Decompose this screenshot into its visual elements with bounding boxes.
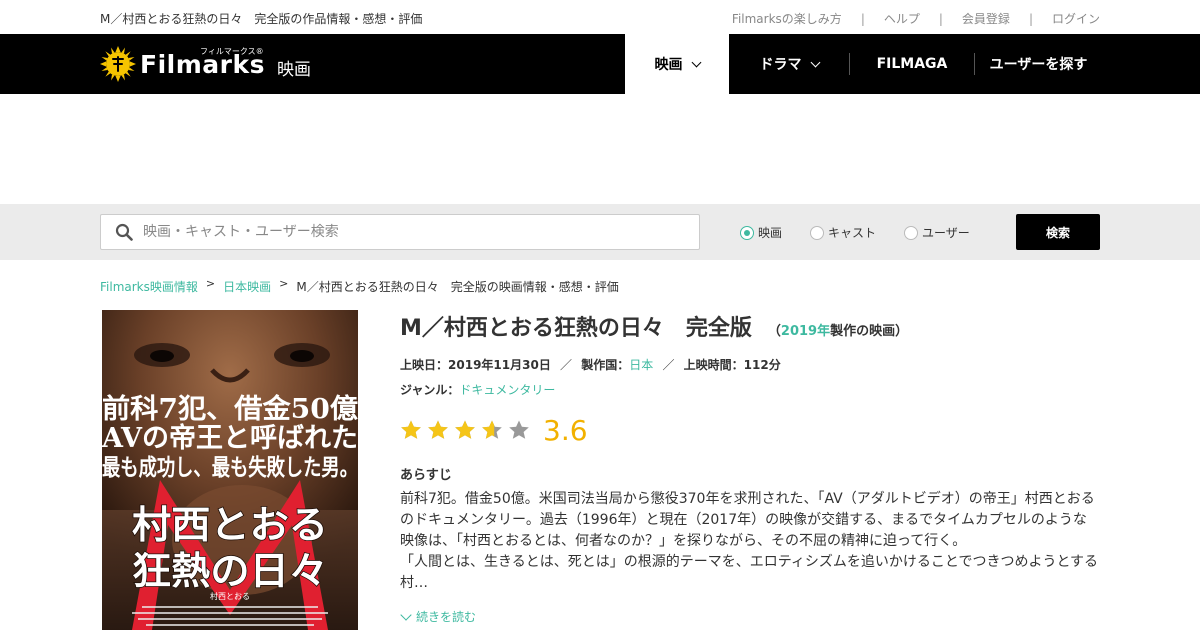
radio-dot [904,225,919,240]
search-icon [115,223,133,241]
breadcrumb-item-filmarks[interactable]: Filmarks映画情報 [100,278,198,295]
radio-label: 映画 [758,226,783,240]
star-icon [401,420,421,439]
search-bar: 映画 キャスト ユーザー 検索 [0,204,1200,260]
search-box [100,214,700,250]
meta-separator: ／ [560,358,573,372]
radio-users[interactable]: ユーザー [904,224,970,241]
country-label: 製作国： [581,358,630,372]
radio-label: キャスト [828,226,877,240]
nav-menu: 映画 ドラマ FILMAGA ユーザーを探す [625,34,1102,94]
breadcrumb-item-japanese-movies[interactable]: 日本映画 [223,278,271,295]
breadcrumb-separator: > [279,277,289,290]
util-separator: | [860,11,865,26]
rating-block: 3.6 [400,410,1100,450]
chevron-down-icon [400,608,412,621]
movie-poster[interactable]: 前科7犯、借金50億 AVの帝王と呼ばれた 最も成功し、最も失敗した男。 村西と… [102,310,358,630]
movie-meta: 上映日：2019年11月30日 ／ 製作国：日本 ／ 上映時間：112分 [400,356,1100,373]
link-help[interactable]: ヘルプ [884,10,920,27]
logo-section-label: 映画 [276,59,311,80]
radio-dot [810,225,825,240]
link-how-to-enjoy[interactable]: Filmarksの楽しみ方 [732,10,842,27]
breadcrumb-current: M／村西とおる狂熱の日々 完全版の映画情報・感想・評価 [296,280,619,294]
nav-item-label: ドラマ [759,57,802,73]
read-more-link[interactable]: 続きを読む [400,608,1100,625]
chevron-down-icon [810,57,820,67]
rating-score: 3.6 [543,413,588,447]
nav-item-label: FILMAGA [876,56,948,72]
main-navbar: Filmarks フィルマークス® 映画 映画 ドラマ FILMAGA ユーザー… [0,34,1200,94]
radio-movies[interactable]: 映画 [740,224,782,241]
util-separator: | [938,11,943,26]
poster-title: 村西とおる [132,503,328,547]
poster-image: 前科7犯、借金50億 AVの帝王と呼ばれた 最も成功し、最も失敗した男。 村西と… [102,310,358,630]
page-heading: M／村西とおる狂熱の日々 完全版の作品情報・感想・評価 [100,12,423,26]
utility-links: Filmarksの楽しみ方 | ヘルプ | 会員登録 | ログイン [732,10,1100,27]
poster-tagline: 前科7犯、借金50億 [102,393,358,425]
link-login[interactable]: ログイン [1052,10,1100,27]
read-more-label: 続きを読む [416,610,477,624]
radio-dot [740,225,754,240]
genre-link[interactable]: ドキュメンタリー [459,383,555,397]
nav-item-find-users[interactable]: ユーザーを探す [975,34,1102,94]
radio-cast[interactable]: キャスト [810,224,876,241]
title-row: M／村西とおる狂熱の日々 完全版 （2019年製作の映画） [400,310,1100,342]
star-icon [509,420,529,439]
radio-label: ユーザー [922,226,970,240]
synopsis-text: 前科7犯。借金50億。米国司法当局から懲役370年を求刑された、「AV（アダルト… [400,491,1099,591]
nav-item-label: 映画 [654,57,683,73]
logo-kana: フィルマークス® [200,47,264,56]
nav-item-filmaga[interactable]: FILMAGA [850,34,974,94]
star-icon [482,420,502,439]
genre-label: ジャンル： [400,383,460,397]
poster-tagline: AVの帝王と呼ばれた [102,422,358,454]
release-date: 2019年11月30日 [448,358,551,372]
production-year-link[interactable]: 2019年 [781,324,830,339]
country-link[interactable]: 日本 [629,358,653,372]
genre-row: ジャンル：ドキュメンタリー [400,381,1100,398]
nav-item-drama[interactable]: ドラマ [729,34,849,94]
poster-tagline: 最も成功し、最も失敗した男。 [102,454,358,481]
chevron-down-icon [691,57,701,67]
nav-item-movies[interactable]: 映画 [625,34,729,94]
synopsis-heading: あらすじ [400,468,452,483]
link-register[interactable]: 会員登録 [962,10,1010,27]
filmarks-logo[interactable]: Filmarks フィルマークス® 映画 [100,44,311,84]
poster-credit-name: 村西とおる [210,591,250,601]
movie-info: M／村西とおる狂熱の日々 完全版 （2019年製作の映画） 上映日：2019年1… [400,310,1100,625]
nav-item-label: ユーザーを探す [989,57,1088,73]
util-separator: | [1028,11,1033,26]
year-note-suffix: 製作の映画） [830,324,909,339]
meta-separator: ／ [662,358,675,372]
search-input[interactable] [143,221,683,243]
top-utility-bar: M／村西とおる狂熱の日々 完全版の作品情報・感想・評価 Filmarksの楽しみ… [0,0,1200,34]
runtime-value: 112分 [743,358,781,372]
production-year-note: （2019年製作の映画） [768,320,908,339]
movie-title: M／村西とおる狂熱の日々 完全版 [400,316,752,341]
release-label: 上映日： [400,358,449,372]
breadcrumb: Filmarks映画情報 > 日本映画 > M／村西とおる狂熱の日々 完全版の映… [100,277,619,295]
search-button[interactable]: 検索 [1016,214,1100,250]
breadcrumb-separator: > [205,277,216,290]
star-icon [428,420,448,439]
runtime-label: 上映時間： [683,358,744,372]
rating-stars [400,419,535,441]
search-type-options: 映画 キャスト ユーザー [740,224,998,241]
sun-logo-icon [100,46,136,82]
poster-title: 狂熱の日々 [132,549,328,593]
year-note-open: （ [767,324,781,339]
star-icon [455,420,475,439]
